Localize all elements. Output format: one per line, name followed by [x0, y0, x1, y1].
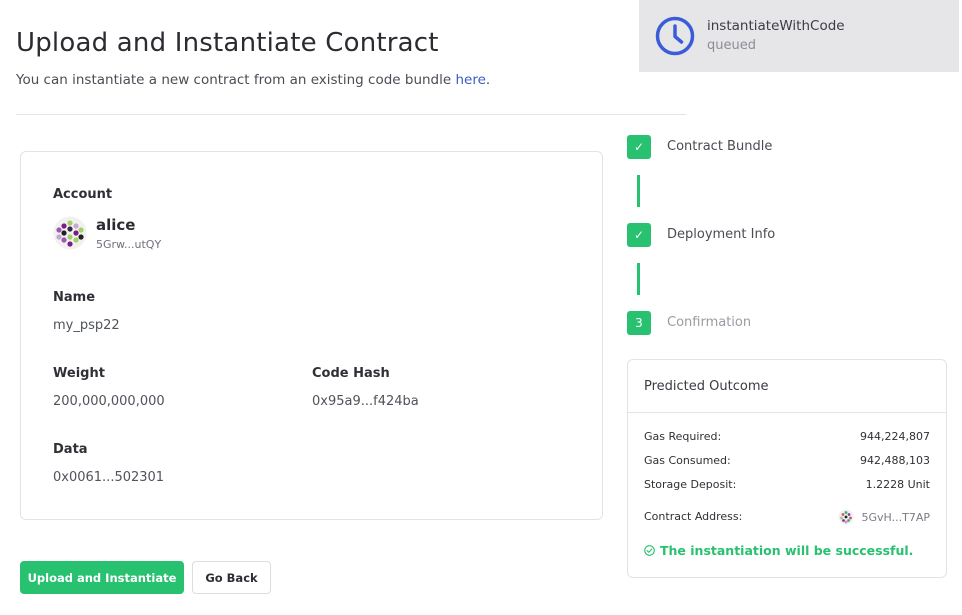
account-address: 5Grw...utQY — [96, 238, 162, 251]
data-value: 0x0061...502301 — [53, 470, 165, 485]
gas-required-value: 944,224,807 — [860, 430, 930, 443]
page-title: Upload and Instantiate Contract — [16, 28, 439, 58]
name-label: Name — [53, 290, 96, 305]
success-message: The instantiation will be successful. — [644, 543, 913, 558]
header-divider — [16, 114, 686, 115]
outcome-title: Predicted Outcome — [644, 379, 769, 394]
step-connector — [637, 263, 640, 295]
predicted-outcome-panel: Predicted Outcome Gas Required: 944,224,… — [627, 359, 947, 578]
go-back-button[interactable]: Go Back — [192, 561, 271, 594]
clock-icon — [655, 16, 695, 56]
success-text: The instantiation will be successful. — [660, 543, 914, 558]
contract-address: 5GvH...T7AP — [838, 509, 930, 525]
gas-required-label: Gas Required: — [644, 430, 722, 443]
contract-avatar — [838, 509, 854, 525]
account-name: alice — [96, 216, 136, 234]
toast-title: instantiateWithCode — [707, 18, 845, 34]
page-subtitle: You can instantiate a new contract from … — [16, 72, 490, 88]
contract-address-label: Contract Address: — [644, 510, 743, 523]
step-deployment-info-check-icon: ✓ — [627, 223, 651, 247]
storage-deposit-label: Storage Deposit: — [644, 478, 737, 491]
contract-address-value: 5GvH...T7AP — [861, 510, 930, 524]
toast-status: queued — [707, 38, 756, 53]
step-contract-bundle-check-icon: ✓ — [627, 135, 651, 159]
existing-code-link[interactable]: here — [455, 72, 485, 88]
step-confirmation-label: Confirmation — [667, 315, 752, 330]
name-value: my_psp22 — [53, 318, 120, 333]
step-connector — [637, 175, 640, 207]
weight-value: 200,000,000,000 — [53, 394, 165, 409]
upload-and-instantiate-button[interactable]: Upload and Instantiate — [20, 561, 184, 594]
account-label: Account — [53, 187, 113, 202]
step-confirmation-number: 3 — [627, 311, 651, 335]
step-contract-bundle-label: Contract Bundle — [667, 139, 773, 154]
outcome-divider — [628, 412, 946, 413]
account-avatar — [53, 216, 87, 250]
transaction-toast: instantiateWithCode queued — [639, 0, 959, 72]
step-deployment-info-label: Deployment Info — [667, 227, 776, 242]
gas-consumed-value: 942,488,103 — [860, 454, 930, 467]
weight-label: Weight — [53, 366, 105, 381]
review-card: Account alice 5Grw...utQY Name my_psp22 … — [20, 151, 603, 520]
check-circle-icon — [644, 545, 655, 556]
subtitle-text: You can instantiate a new contract from … — [16, 72, 456, 88]
data-label: Data — [53, 442, 88, 457]
code-hash-label: Code Hash — [312, 366, 390, 381]
code-hash-value: 0x95a9...f424ba — [312, 394, 419, 409]
storage-deposit-value: 1.2228 Unit — [865, 478, 930, 491]
gas-consumed-label: Gas Consumed: — [644, 454, 731, 467]
subtitle-period: . — [485, 72, 491, 88]
